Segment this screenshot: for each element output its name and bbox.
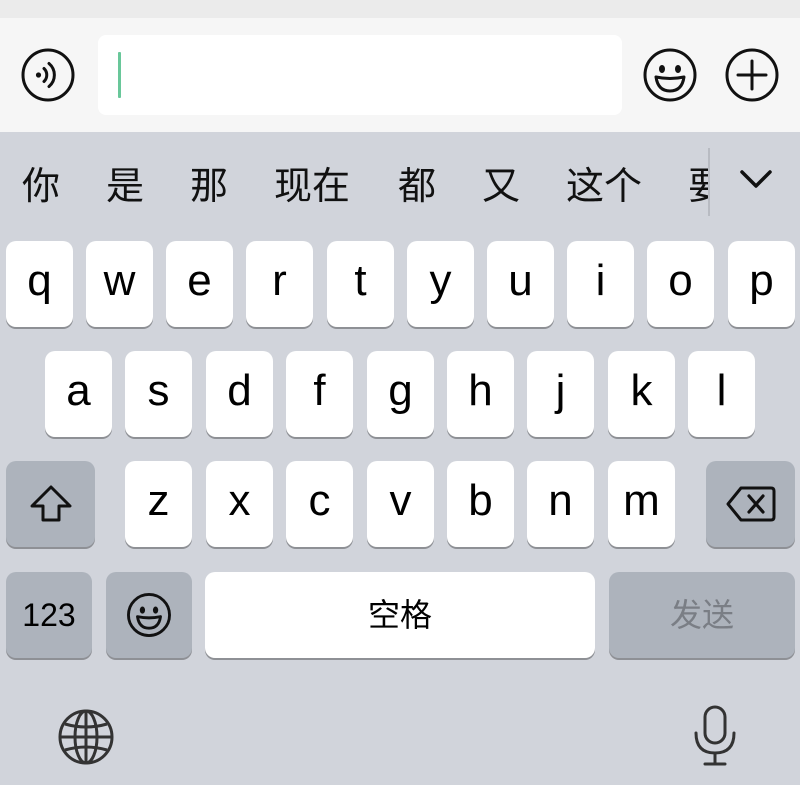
key-label: b: [468, 476, 493, 525]
switch-keyboard-button[interactable]: [56, 707, 116, 767]
microphone-icon: [694, 705, 736, 766]
key-w[interactable]: w: [86, 241, 153, 327]
key-m[interactable]: m: [608, 461, 675, 547]
candidate-item[interactable]: 又: [482, 162, 520, 210]
key-r[interactable]: r: [246, 241, 313, 327]
key-label: s: [147, 366, 170, 415]
key-label: x: [228, 476, 251, 525]
key-g[interactable]: g: [367, 351, 434, 437]
key-label: e: [187, 256, 212, 305]
key-label: w: [103, 256, 136, 305]
candidate-divider: [708, 148, 710, 216]
expand-candidates-button[interactable]: [732, 160, 780, 200]
key-e[interactable]: e: [166, 241, 233, 327]
key-label: u: [508, 256, 533, 305]
more-options-button[interactable]: [724, 47, 780, 103]
key-u[interactable]: u: [487, 241, 554, 327]
key-label: t: [354, 256, 367, 305]
key-label: a: [66, 366, 91, 415]
chevron-down-icon: [740, 170, 772, 188]
key-h[interactable]: h: [447, 351, 514, 437]
key-label: p: [749, 256, 774, 305]
key-t[interactable]: t: [327, 241, 394, 327]
key-label: c: [308, 476, 331, 525]
key-label: y: [429, 256, 452, 305]
space-key-label: 空格: [367, 596, 432, 634]
chat-input-bar: [0, 18, 800, 132]
key-d[interactable]: d: [206, 351, 273, 437]
delete-key[interactable]: [706, 461, 795, 547]
voice-input-button[interactable]: [20, 47, 76, 103]
key-label: h: [468, 366, 493, 415]
key-x[interactable]: x: [206, 461, 273, 547]
candidate-list: 你 是 那 现在 都 又 这个 要: [0, 132, 709, 232]
status-strip: [0, 0, 800, 18]
key-c[interactable]: c: [286, 461, 353, 547]
candidate-item[interactable]: 这个: [566, 162, 642, 210]
numbers-key[interactable]: 123: [6, 572, 92, 658]
key-label: m: [623, 476, 660, 525]
shift-key[interactable]: [6, 461, 95, 547]
key-label: n: [548, 476, 573, 525]
candidate-item[interactable]: 是: [106, 162, 144, 210]
key-label: o: [668, 256, 693, 305]
candidate-item[interactable]: 那: [190, 162, 228, 210]
candidate-item[interactable]: 都: [398, 162, 436, 210]
key-q[interactable]: q: [6, 241, 73, 327]
key-label: i: [595, 256, 606, 305]
key-p[interactable]: p: [728, 241, 795, 327]
text-caret: [118, 52, 121, 98]
space-key[interactable]: 空格: [205, 572, 595, 658]
key-k[interactable]: k: [608, 351, 675, 437]
key-l[interactable]: l: [688, 351, 755, 437]
key-v[interactable]: v: [367, 461, 434, 547]
voice-wave-icon: [21, 48, 75, 102]
key-label: d: [227, 366, 252, 415]
numbers-key-label: 123: [22, 597, 76, 633]
candidate-bar: 你 是 那 现在 都 又 这个 要: [0, 132, 800, 232]
key-label: q: [27, 256, 52, 305]
key-label: k: [630, 366, 653, 415]
key-i[interactable]: i: [567, 241, 634, 327]
message-input[interactable]: [98, 35, 622, 115]
key-s[interactable]: s: [125, 351, 192, 437]
send-key-label: 发送: [669, 596, 734, 634]
emoji-key[interactable]: [106, 572, 192, 658]
plus-circle-icon: [725, 48, 779, 102]
key-n[interactable]: n: [527, 461, 594, 547]
key-label: v: [389, 476, 412, 525]
key-label: g: [388, 366, 413, 415]
key-label: j: [555, 366, 566, 415]
key-y[interactable]: y: [407, 241, 474, 327]
candidate-item[interactable]: 你: [22, 162, 60, 210]
globe-icon: [58, 709, 114, 765]
dictation-button[interactable]: [690, 703, 740, 769]
key-label: r: [272, 256, 287, 305]
key-j[interactable]: j: [527, 351, 594, 437]
backspace-icon: [726, 486, 775, 522]
key-z[interactable]: z: [125, 461, 192, 547]
key-o[interactable]: o: [647, 241, 714, 327]
send-key[interactable]: 发送: [609, 572, 795, 658]
key-label: f: [313, 366, 326, 415]
key-a[interactable]: a: [45, 351, 112, 437]
key-f[interactable]: f: [286, 351, 353, 437]
candidate-item[interactable]: 现在: [274, 162, 350, 210]
key-b[interactable]: b: [447, 461, 514, 547]
key-label: l: [716, 366, 727, 415]
key-label: z: [147, 476, 170, 525]
smiley-face-icon: [127, 593, 171, 637]
candidate-item[interactable]: 要: [688, 162, 709, 210]
emoji-button[interactable]: [642, 47, 698, 103]
smiley-face-icon: [643, 48, 697, 102]
shift-arrow-icon: [30, 485, 71, 522]
